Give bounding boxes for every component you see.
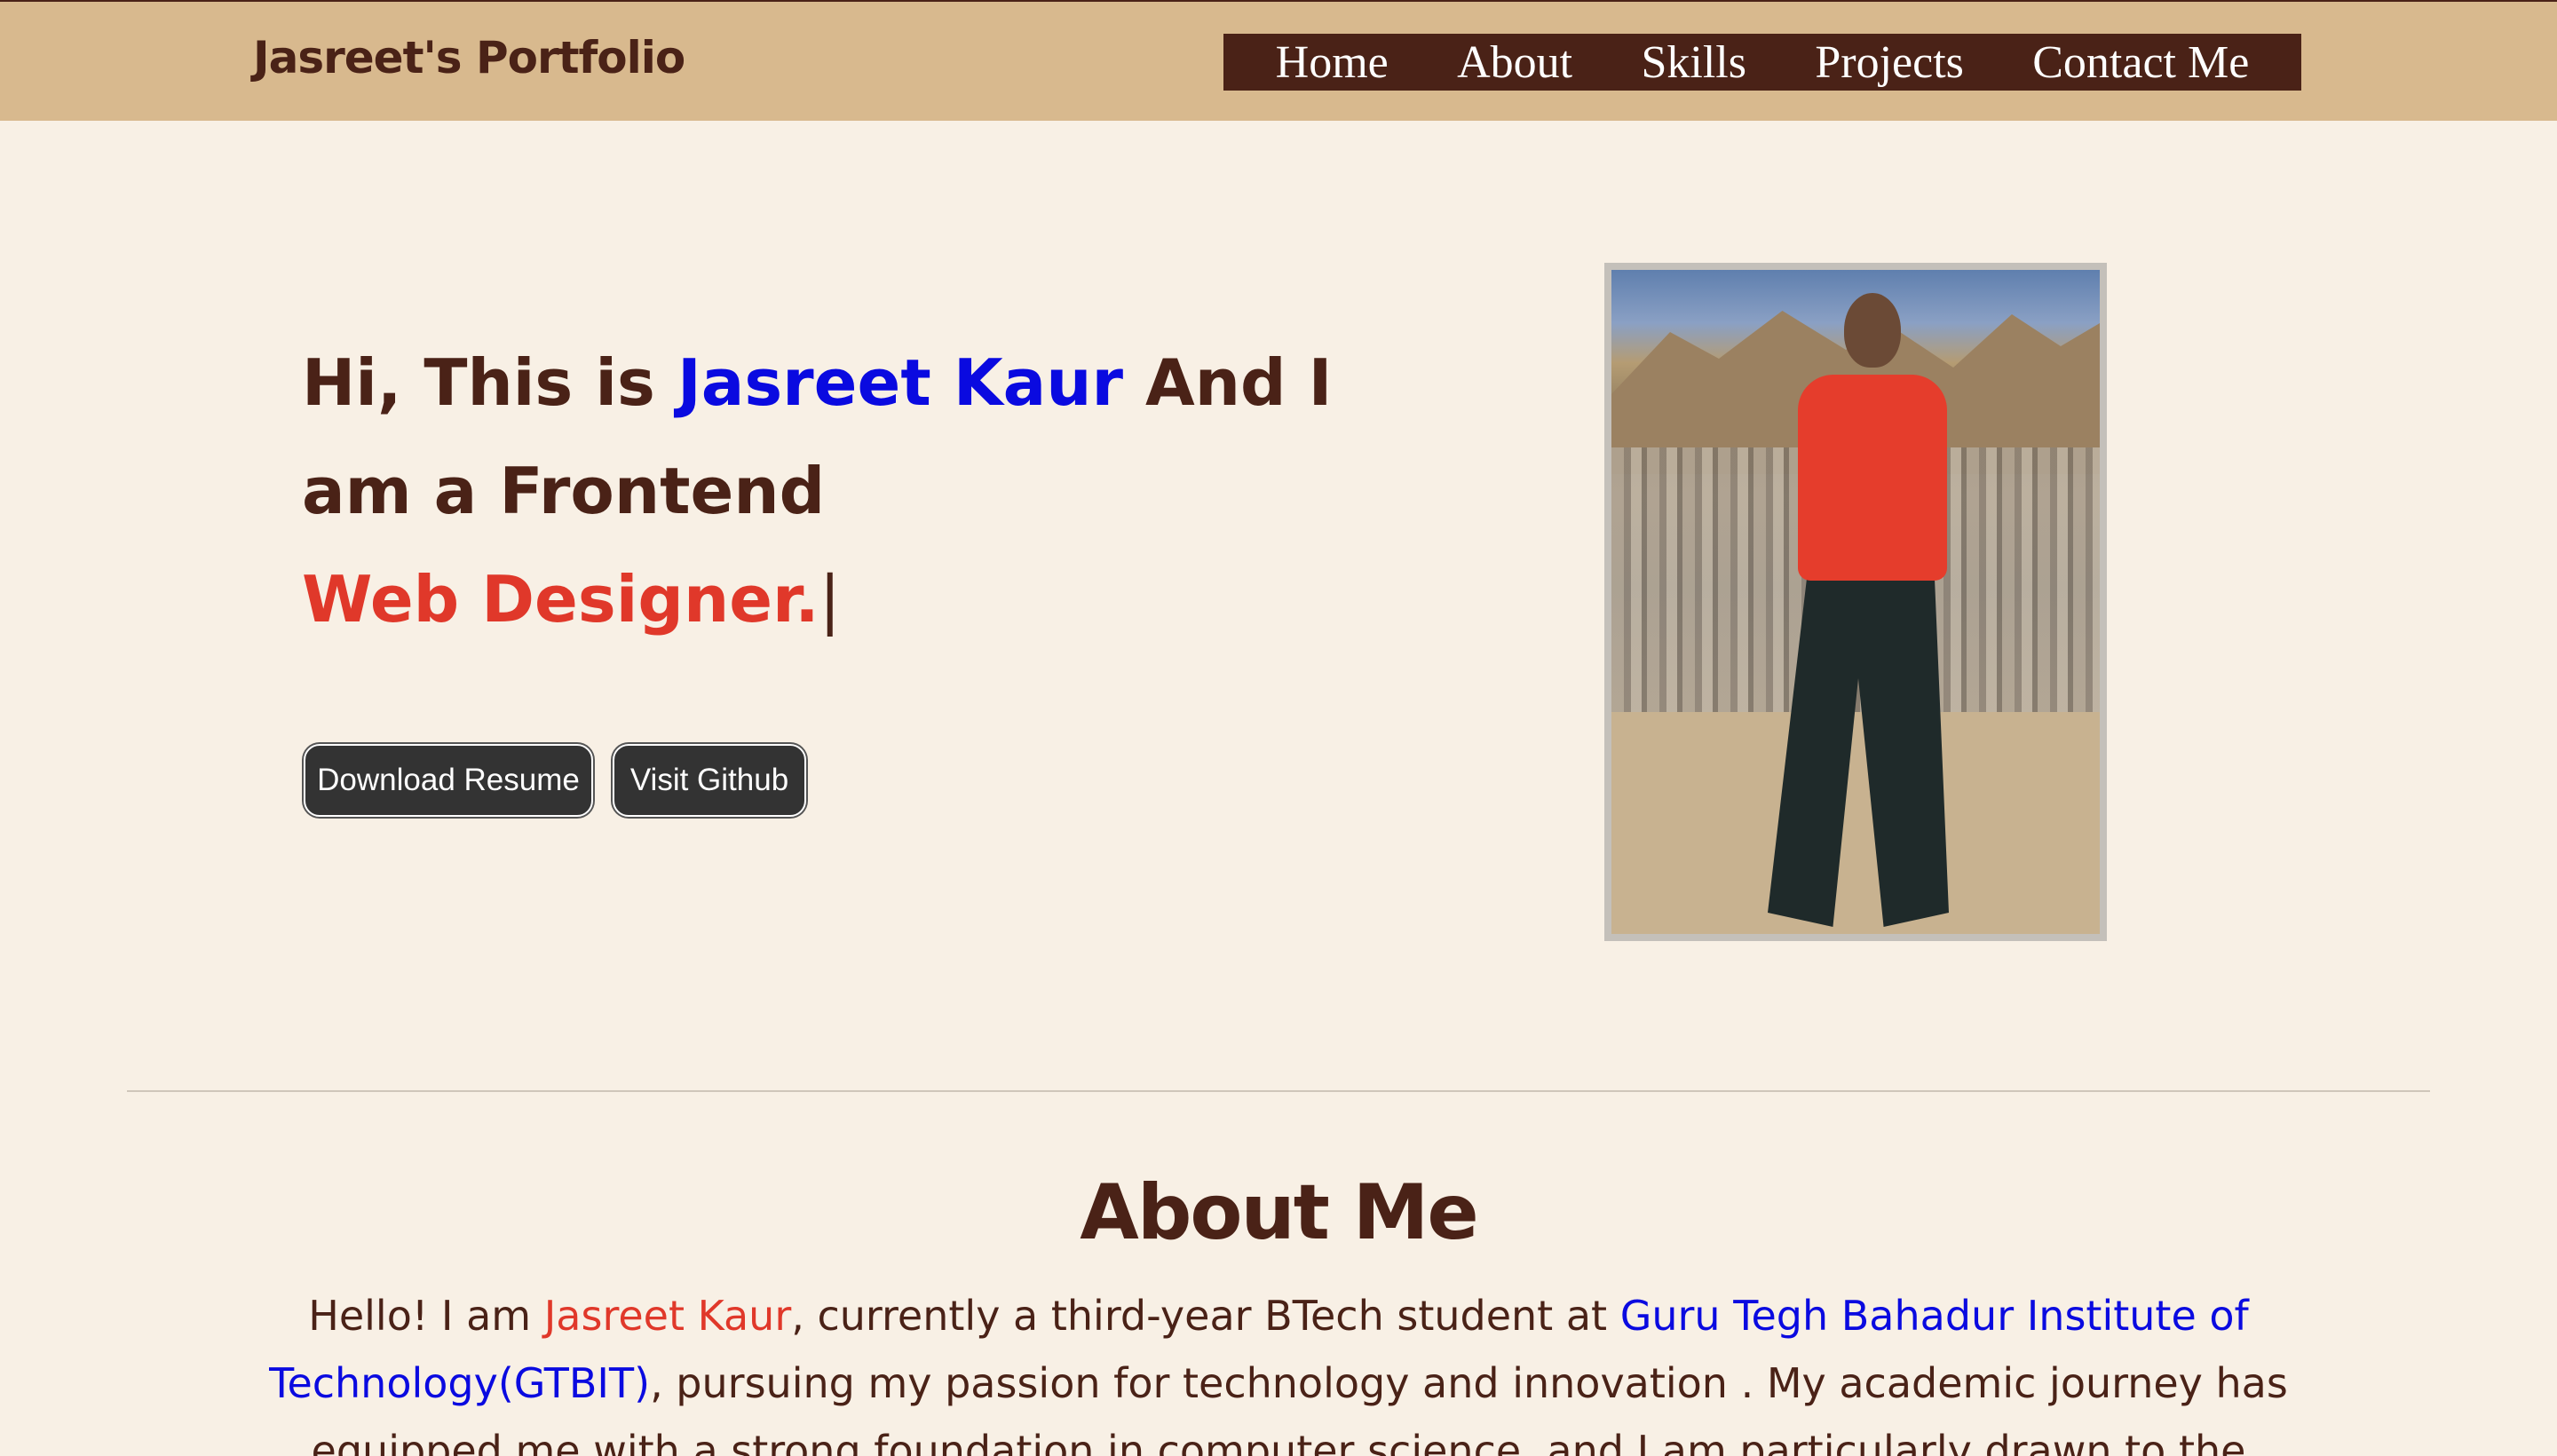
about-name: Jasreet Kaur bbox=[543, 1292, 792, 1340]
hero-suffix: And I bbox=[1122, 345, 1333, 420]
profile-photo-frame bbox=[1604, 263, 2107, 941]
nav-contact-link[interactable]: Contact Me bbox=[2032, 36, 2249, 89]
about-title: About Me bbox=[1080, 1168, 1478, 1257]
site-brand[interactable]: Jasreet's Portfolio bbox=[253, 32, 685, 83]
hero-heading: Hi, This is Jasreet Kaur And I am a Fron… bbox=[302, 328, 1332, 653]
photo-person-head bbox=[1844, 293, 1901, 368]
section-divider bbox=[127, 1090, 2430, 1092]
hero-line-2: am a Frontend bbox=[302, 454, 826, 528]
nav-projects-link[interactable]: Projects bbox=[1815, 36, 1964, 89]
hero-name: Jasreet Kaur bbox=[677, 345, 1123, 420]
nav-menu: Home About Skills Projects Contact Me bbox=[1223, 34, 2301, 91]
nav-about-link[interactable]: About bbox=[1457, 36, 1572, 89]
navbar: Jasreet's Portfolio Home About Skills Pr… bbox=[0, 0, 2557, 121]
hero-role: Web Designer. bbox=[302, 562, 819, 637]
about-paragraph: Hello! I am Jasreet Kaur, currently a th… bbox=[266, 1282, 2291, 1456]
download-resume-button[interactable]: Download Resume bbox=[304, 744, 593, 817]
about-mid: , currently a third-year BTech student a… bbox=[791, 1292, 1620, 1340]
profile-photo bbox=[1611, 270, 2100, 934]
nav-home-link[interactable]: Home bbox=[1276, 36, 1389, 89]
hero-line-1: Hi, This is Jasreet Kaur And I bbox=[302, 328, 1332, 437]
about-intro: Hello! I am bbox=[308, 1292, 544, 1340]
visit-github-button[interactable]: Visit Github bbox=[613, 744, 806, 817]
hero-line-3: Web Designer.| bbox=[302, 545, 1296, 653]
typing-cursor: | bbox=[819, 562, 841, 637]
hero-prefix: Hi, This is bbox=[302, 345, 677, 420]
photo-ground bbox=[1611, 712, 2100, 934]
nav-skills-link[interactable]: Skills bbox=[1641, 36, 1746, 89]
photo-person-torso bbox=[1798, 375, 1947, 581]
